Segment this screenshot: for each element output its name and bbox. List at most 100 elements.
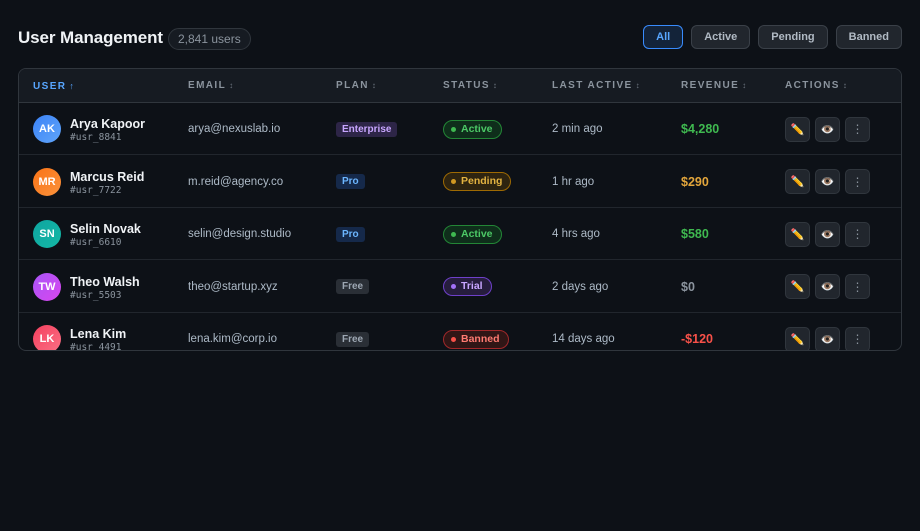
table-row[interactable]: AK Arya Kapoor #usr_8841 arya@nexuslab.io En… xyxy=(19,103,901,155)
plan-badge: Free xyxy=(336,279,370,294)
user-name[interactable]: Selin Novak xyxy=(70,222,141,236)
more-icon: ⋮ xyxy=(851,122,864,136)
status-badge: Pending xyxy=(443,172,512,191)
table-row[interactable]: TW Theo Walsh #usr_5503 theo@startup.xyz Fre… xyxy=(19,261,901,313)
users-table: USER ↑ EMAIL ↕ PLAN ↕ STATUS ↕ LAST ACTIVE ↕ … xyxy=(18,68,902,351)
eye-icon: 👁️ xyxy=(820,228,835,241)
page-title: User Management xyxy=(18,28,163,47)
column-header-last-active[interactable]: LAST ACTIVE ↕ xyxy=(552,69,640,103)
sort-icon: ↕ xyxy=(635,81,640,90)
plan-cell: Pro xyxy=(336,208,365,260)
column-label: EMAIL xyxy=(188,80,227,91)
status-badge: Active xyxy=(443,224,502,244)
edit-button[interactable]: ✏️ xyxy=(785,221,810,247)
sort-icon: ↕ xyxy=(842,81,847,90)
status-badge: Active xyxy=(443,119,502,139)
more-icon: ⋮ xyxy=(851,279,864,294)
status-label: Trial xyxy=(461,280,483,292)
view-button[interactable]: 👁️ xyxy=(815,221,840,247)
column-header-user[interactable]: USER ↑ xyxy=(33,69,74,103)
email-cell: lena.kim@corp.io xyxy=(188,333,278,345)
filter-active-button[interactable]: Active xyxy=(691,25,751,49)
revenue-cell: $4,280 xyxy=(681,122,720,136)
user-name[interactable]: Marcus Reid xyxy=(70,170,144,184)
status-badge: Trial xyxy=(443,277,492,296)
status-cell: Active xyxy=(443,208,502,260)
user-count-badge: 2,841 users xyxy=(168,28,251,50)
email-cell: arya@nexuslab.io xyxy=(188,123,281,135)
column-header-actions[interactable]: ACTIONS ↕ xyxy=(785,69,847,103)
view-button[interactable]: 👁️ xyxy=(815,116,840,142)
eye-icon: 👁️ xyxy=(820,123,835,136)
eye-icon: 👁️ xyxy=(820,176,835,188)
filter-pending-button[interactable]: Pending xyxy=(758,25,828,49)
last-active-cell: 4 hrs ago xyxy=(552,228,600,240)
pencil-icon: ✏️ xyxy=(790,176,805,188)
status-label: Active xyxy=(461,227,493,240)
more-options-button[interactable]: ⋮ xyxy=(845,169,870,194)
avatar: AK xyxy=(33,115,61,143)
last-active-cell: 14 days ago xyxy=(552,333,615,345)
filter-banned-button[interactable]: Banned xyxy=(835,25,902,49)
avatar: SN xyxy=(33,220,61,248)
user-id: #usr_7722 xyxy=(70,184,122,196)
plan-badge: Pro xyxy=(336,226,365,242)
sort-icon: ↕ xyxy=(492,81,497,90)
avatar: LK xyxy=(33,325,61,350)
column-label: STATUS xyxy=(443,80,490,91)
edit-button[interactable]: ✏️ xyxy=(785,169,810,194)
user-name[interactable]: Theo Walsh xyxy=(70,275,140,289)
table-row[interactable]: MR Marcus Reid #usr_7722 m.reid@agency.co Pr… xyxy=(19,156,901,208)
edit-button[interactable]: ✏️ xyxy=(785,326,810,350)
revenue-cell: $0 xyxy=(681,279,695,294)
column-header-status[interactable]: STATUS ↕ xyxy=(443,69,497,103)
more-icon: ⋮ xyxy=(851,227,864,241)
more-options-button[interactable]: ⋮ xyxy=(845,116,870,142)
last-active-cell: 1 hr ago xyxy=(552,175,595,188)
column-label: USER xyxy=(33,81,67,92)
user-cell: LK Lena Kim #usr_4491 xyxy=(19,313,179,351)
status-dot-icon xyxy=(451,284,456,289)
view-button[interactable]: 👁️ xyxy=(815,169,840,194)
filter-tabs: All Active Pending Banned xyxy=(643,25,902,49)
column-header-email[interactable]: EMAIL ↕ xyxy=(188,69,233,103)
status-dot-icon xyxy=(451,231,456,237)
more-options-button[interactable]: ⋮ xyxy=(845,274,870,299)
actions-cell: ✏️ 👁️ ⋮ xyxy=(785,103,870,155)
actions-cell: ✏️ 👁️ ⋮ xyxy=(785,313,870,350)
plan-badge: Pro xyxy=(336,174,365,189)
more-options-button[interactable]: ⋮ xyxy=(845,221,870,247)
user-id: #usr_4491 xyxy=(70,342,122,351)
view-button[interactable]: 👁️ xyxy=(815,274,840,299)
user-name[interactable]: Arya Kapoor xyxy=(70,117,145,131)
sort-icon: ↕ xyxy=(742,81,747,90)
user-cell: TW Theo Walsh #usr_5503 xyxy=(19,261,179,313)
plan-badge: Free xyxy=(336,331,370,347)
status-cell: Pending xyxy=(443,156,512,208)
pencil-icon: ✏️ xyxy=(790,228,805,241)
sort-icon: ↕ xyxy=(229,81,234,90)
edit-button[interactable]: ✏️ xyxy=(785,116,810,142)
status-label: Active xyxy=(461,122,493,135)
actions-cell: ✏️ 👁️ ⋮ xyxy=(785,208,870,260)
user-name[interactable]: Lena Kim xyxy=(70,327,126,341)
user-id: #usr_6610 xyxy=(70,237,122,248)
more-icon: ⋮ xyxy=(851,174,864,189)
more-options-button[interactable]: ⋮ xyxy=(845,326,870,350)
filter-all-button[interactable]: All xyxy=(643,25,684,49)
edit-button[interactable]: ✏️ xyxy=(785,274,810,299)
view-button[interactable]: 👁️ xyxy=(815,326,840,350)
user-cell: AK Arya Kapoor #usr_8841 xyxy=(19,103,179,155)
revenue-cell: $580 xyxy=(681,227,709,241)
eye-icon: 👁️ xyxy=(820,281,835,293)
column-header-plan[interactable]: PLAN ↕ xyxy=(336,69,376,103)
pencil-icon: ✏️ xyxy=(790,281,805,293)
user-id: #usr_8841 xyxy=(70,132,122,143)
table-row[interactable]: SN Selin Novak #usr_6610 selin@design.studi… xyxy=(19,208,901,260)
table-row[interactable]: LK Lena Kim #usr_4491 lena.kim@corp.io Free B… xyxy=(19,313,901,351)
status-cell: Banned xyxy=(443,313,509,350)
user-management-page: User Management 2,841 users All Active P… xyxy=(0,0,920,531)
sort-asc-icon: ↑ xyxy=(69,81,74,91)
revenue-cell: $290 xyxy=(681,174,709,189)
column-header-revenue[interactable]: REVENUE ↕ xyxy=(681,69,746,103)
